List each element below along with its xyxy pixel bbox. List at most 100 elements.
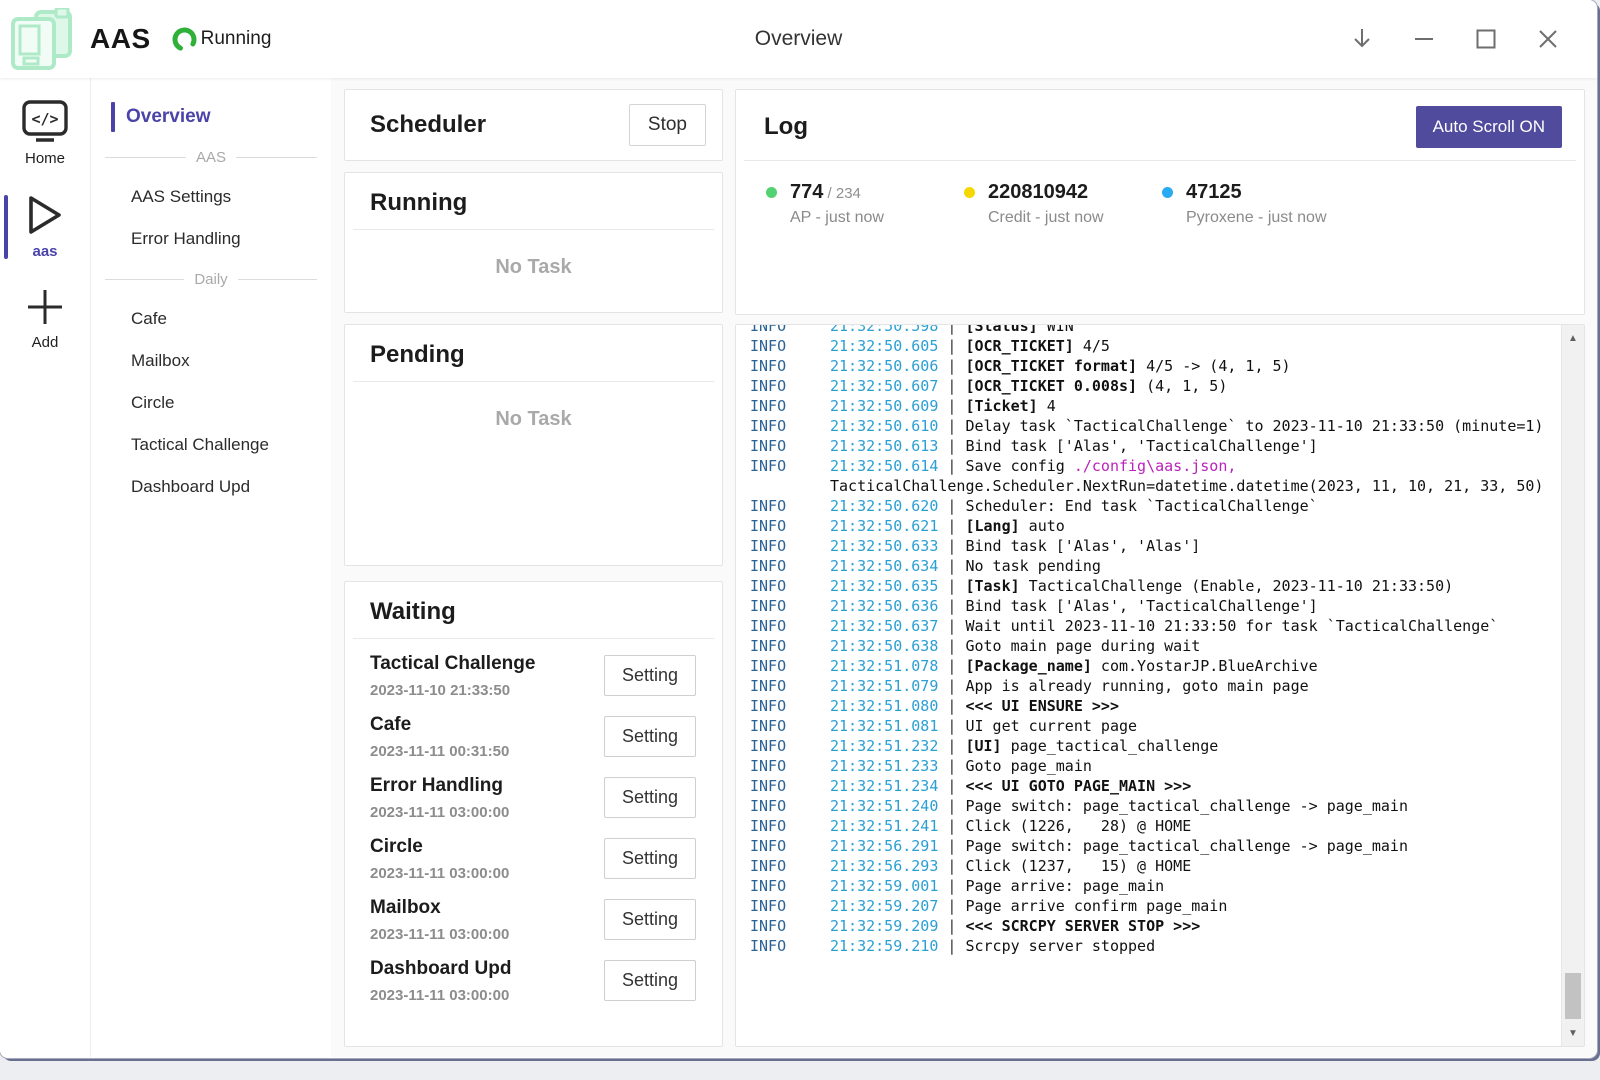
- log-message: 21:32:59.207 | Page arrive confirm page_…: [830, 896, 1558, 916]
- maximize-button[interactable]: [1473, 26, 1499, 52]
- download-icon: [1351, 27, 1373, 51]
- log-line: INFO21:32:50.638 | Goto main page during…: [750, 636, 1558, 656]
- log-level: INFO: [750, 736, 830, 756]
- setting-button[interactable]: Setting: [604, 716, 696, 757]
- setting-button[interactable]: Setting: [604, 960, 696, 1001]
- log-line: INFO21:32:51.080 | <<< UI ENSURE >>>: [750, 696, 1558, 716]
- log-column: Log Auto Scroll ON 774 / 234AP - just no…: [735, 89, 1585, 1047]
- waiting-task-info: Circle2023-11-11 03:00:00: [370, 836, 509, 882]
- setting-button[interactable]: Setting: [604, 655, 696, 696]
- waiting-task-info: Error Handling2023-11-11 03:00:00: [370, 775, 509, 821]
- sidebar-item-overview[interactable]: Overview: [91, 96, 331, 138]
- rail-item-add[interactable]: Add: [0, 286, 90, 351]
- log-message: 21:32:50.637 | Wait until 2023-11-10 21:…: [830, 616, 1558, 636]
- svg-text:</>: </>: [31, 110, 58, 128]
- log-line: INFO21:32:51.081 | UI get current page: [750, 716, 1558, 736]
- log-line: INFO21:32:51.233 | Goto page_main: [750, 756, 1558, 776]
- waiting-task-info: Dashboard Upd 2023-11-11 03:00:00: [370, 958, 511, 1004]
- waiting-task-name: Error Handling: [370, 775, 509, 797]
- log-level: INFO: [750, 556, 830, 576]
- rail-item-home[interactable]: </> Home: [0, 100, 90, 167]
- log-line: INFO21:32:50.634 | No task pending: [750, 556, 1558, 576]
- sidebar-item-cafe[interactable]: Cafe: [91, 298, 331, 340]
- log-message: 21:32:59.001 | Page arrive: page_main: [830, 876, 1558, 896]
- log-message: 21:32:51.080 | <<< UI ENSURE >>>: [830, 696, 1558, 716]
- status-label: Running: [201, 28, 272, 50]
- dashboard-stats: 774 / 234AP - just now220810942Credit - …: [736, 161, 1584, 227]
- log-level: INFO: [750, 836, 830, 856]
- sidebar-item-label: Circle: [131, 393, 174, 413]
- running-spinner-icon: [171, 26, 198, 53]
- sidebar-item-aas-settings[interactable]: AAS Settings: [91, 176, 331, 218]
- log-message: 21:32:51.233 | Goto page_main: [830, 756, 1558, 776]
- log-level: INFO: [750, 436, 830, 456]
- log-line: INFO21:32:50.598 | [Status] WIN: [750, 324, 1558, 336]
- log-line: INFO21:32:50.637 | Wait until 2023-11-10…: [750, 616, 1558, 636]
- log-level: INFO: [750, 536, 830, 556]
- rail-item-label: Add: [32, 334, 59, 351]
- sidebar-item-tactical-challenge[interactable]: Tactical Challenge: [91, 424, 331, 466]
- download-button[interactable]: [1349, 25, 1375, 53]
- log-message: 21:32:50.635 | [Task] TacticalChallenge …: [830, 576, 1558, 596]
- log-line: INFO21:32:51.241 | Click (1226, 28) @ HO…: [750, 816, 1558, 836]
- log-level: INFO: [750, 456, 830, 496]
- log-level: INFO: [750, 756, 830, 776]
- log-lines[interactable]: INFO21:32:50.598 | [Status] WININFO21:32…: [736, 324, 1562, 1046]
- log-level: INFO: [750, 336, 830, 356]
- active-indicator-bar: [4, 195, 8, 259]
- menu-group-label: Daily: [194, 271, 227, 288]
- log-message: 21:32:51.234 | <<< UI GOTO PAGE_MAIN >>>: [830, 776, 1558, 796]
- setting-button[interactable]: Setting: [604, 838, 696, 879]
- sidebar-item-dashboard-upd[interactable]: Dashboard Upd: [91, 466, 331, 508]
- waiting-task-name: Tactical Challenge: [370, 653, 535, 675]
- log-message: 21:32:51.078 | [Package_name] com.Yostar…: [830, 656, 1558, 676]
- close-button[interactable]: [1535, 26, 1561, 52]
- stat-item: 220810942Credit - just now: [964, 181, 1162, 227]
- waiting-task-next-run: 2023-11-11 03:00:00: [370, 987, 511, 1004]
- stop-button[interactable]: Stop: [629, 104, 706, 146]
- log-level: INFO: [750, 576, 830, 596]
- log-level: INFO: [750, 916, 830, 936]
- tasks-column: Scheduler Stop Running No Task Pending N…: [344, 89, 723, 1047]
- running-title: Running: [345, 189, 722, 217]
- waiting-task-next-run: 2023-11-11 03:00:00: [370, 926, 509, 943]
- log-message: 21:32:50.606 | [OCR_TICKET format] 4/5 -…: [830, 356, 1558, 376]
- scheduler-title: Scheduler: [370, 111, 486, 139]
- waiting-task-name: Dashboard Upd: [370, 958, 511, 980]
- log-level: INFO: [750, 896, 830, 916]
- sidebar-item-mailbox[interactable]: Mailbox: [91, 340, 331, 382]
- log-message: 21:32:50.609 | [Ticket] 4: [830, 396, 1558, 416]
- auto-scroll-button[interactable]: Auto Scroll ON: [1416, 106, 1562, 148]
- log-line: INFO21:32:50.613 | Bind task ['Alas', 'T…: [750, 436, 1558, 456]
- log-line: INFO21:32:51.079 | App is already runnin…: [750, 676, 1558, 696]
- rail-item-aas[interactable]: aas: [0, 193, 90, 260]
- log-level: INFO: [750, 716, 830, 736]
- log-line: INFO21:32:50.633 | Bind task ['Alas', 'A…: [750, 536, 1558, 556]
- sidebar-item-error-handling[interactable]: Error Handling: [91, 218, 331, 260]
- log-line: INFO21:32:51.240 | Page switch: page_tac…: [750, 796, 1558, 816]
- log-console: INFO21:32:50.598 | [Status] WININFO21:32…: [735, 324, 1585, 1047]
- setting-button[interactable]: Setting: [604, 777, 696, 818]
- waiting-task-row: Dashboard Upd 2023-11-11 03:00:00 Setting: [370, 950, 696, 1011]
- waiting-task-list: Tactical Challenge2023-11-10 21:33:50 Set…: [345, 639, 722, 1011]
- log-level: INFO: [750, 816, 830, 836]
- log-message: 21:32:50.633 | Bind task ['Alas', 'Alas'…: [830, 536, 1558, 556]
- scrollbar-thumb[interactable]: [1565, 973, 1581, 1019]
- log-level: INFO: [750, 796, 830, 816]
- main-area: Scheduler Stop Running No Task Pending N…: [331, 78, 1597, 1057]
- sidebar-item-circle[interactable]: Circle: [91, 382, 331, 424]
- waiting-task-row: Mailbox2023-11-11 03:00:00Setting: [370, 889, 696, 950]
- waiting-task-row: Tactical Challenge2023-11-10 21:33:50 Set…: [370, 645, 696, 706]
- scroll-up-button[interactable]: ▲: [1562, 327, 1584, 349]
- minimize-button[interactable]: [1411, 26, 1437, 52]
- log-line: INFO21:32:50.621 | [Lang] auto: [750, 516, 1558, 536]
- scrollbar-track[interactable]: ▲ ▼: [1561, 325, 1584, 1046]
- scroll-down-button[interactable]: ▼: [1562, 1022, 1584, 1044]
- setting-button[interactable]: Setting: [604, 899, 696, 940]
- log-level: INFO: [750, 356, 830, 376]
- log-message: 21:32:50.614 | Save config ./config\aas.…: [830, 456, 1558, 496]
- log-message: 21:32:51.232 | [UI] page_tactical_challe…: [830, 736, 1558, 756]
- log-level: INFO: [750, 396, 830, 416]
- content-area: </> Home aas Add OverviewAASAAS Setting: [0, 78, 1597, 1057]
- waiting-task-info: Tactical Challenge2023-11-10 21:33:50: [370, 653, 535, 699]
